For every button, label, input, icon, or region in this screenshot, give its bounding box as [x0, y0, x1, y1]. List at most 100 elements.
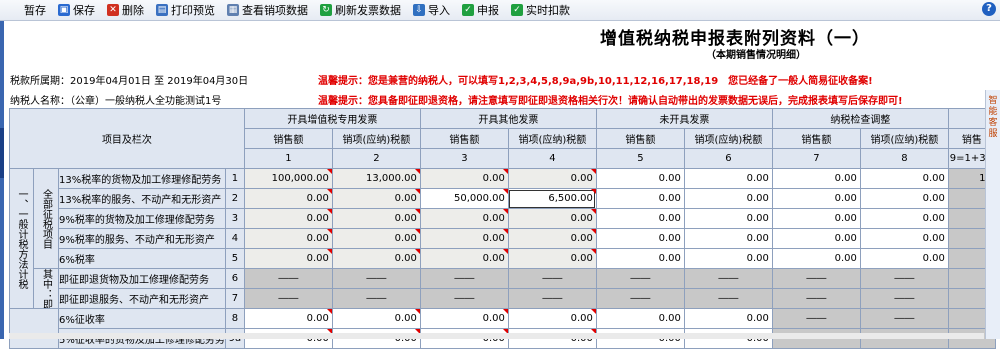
declare-icon: ✓ [462, 4, 474, 16]
declare-button[interactable]: ✓ 申报 [457, 1, 504, 19]
table-row: 13%税率的服务、不动产和无形资产 2 0.00 0.00 50,000.00 6,500… [10, 188, 996, 209]
table-row: 9%税率的货物及加工修理修配劳务 3 0.00 0.00 0.00 0.00 0.00 0.0… [10, 208, 996, 229]
row-number: 2 [224, 188, 245, 209]
value-cell[interactable]: 6,500.00 [507, 188, 597, 209]
value-cell[interactable]: 50,000.00 [419, 188, 509, 209]
value-cell: ―― [595, 268, 685, 289]
value-cell[interactable]: 0.00 [243, 248, 333, 269]
value-cell[interactable]: 0.00 [595, 248, 685, 269]
left-accent-tab[interactable] [0, 128, 4, 178]
value-cell[interactable]: 0.00 [507, 248, 597, 269]
smart-service-widget[interactable]: 智能客服 [985, 90, 1000, 339]
declare-label: 申报 [477, 4, 499, 17]
value-cell[interactable]: 0.00 [243, 208, 333, 229]
value-cell[interactable]: 0.00 [507, 168, 597, 189]
refresh-invoice-button[interactable]: ↻ 刷新发票数据 [315, 1, 406, 19]
col-sales: 销售额 [771, 128, 861, 149]
row-number: 6 [224, 268, 245, 289]
value-cell[interactable]: 0.00 [331, 188, 421, 209]
value-cell[interactable]: 0.00 [419, 228, 509, 249]
value-cell[interactable]: 0.00 [419, 248, 509, 269]
temp-save-label: 暂存 [24, 4, 46, 17]
save-button[interactable]: ▣ 保存 [53, 1, 100, 19]
value-cell[interactable]: 0.00 [419, 168, 509, 189]
value-cell[interactable]: 0.00 [419, 308, 509, 329]
col-tax: 销项(应纳)税额 [859, 128, 949, 149]
value-cell[interactable]: 0.00 [771, 188, 861, 209]
value-cell[interactable]: 13,000.00 [331, 168, 421, 189]
subcategory-refund-items: 其中：即征即退项目 [33, 268, 59, 309]
value-cell[interactable]: 0.00 [507, 208, 597, 229]
value-cell[interactable]: 0.00 [683, 188, 773, 209]
value-cell[interactable]: 0.00 [507, 228, 597, 249]
toolbar: 暂存 ▣ 保存 ✕ 删除 ▤ 打印预览 ▦ 查看销项数据 ↻ 刷新发票数据 ⇩ 导入 ✓ 申报… [0, 0, 1000, 21]
value-cell[interactable]: 0.00 [859, 168, 949, 189]
hint-text-2: 温馨提示：您具备即征即退资格，请注意填写即征即退资格相关行次！请确认自动带出的发… [318, 96, 903, 107]
value-cell[interactable]: 100,000.00 [243, 168, 333, 189]
print-preview-button[interactable]: ▤ 打印预览 [151, 1, 220, 19]
save-icon: ▣ [58, 4, 70, 16]
value-cell[interactable]: 0.00 [595, 228, 685, 249]
value-cell[interactable]: 0.00 [331, 208, 421, 229]
value-cell[interactable]: 0.00 [771, 248, 861, 269]
value-cell[interactable]: 0.00 [507, 308, 597, 329]
sales-detail-table: 项目及栏次 开具增值税专用发票 开具其他发票 未开具发票 纳税检查调整 销售额 … [9, 108, 996, 349]
value-cell[interactable]: 0.00 [771, 168, 861, 189]
delete-icon: ✕ [107, 4, 119, 16]
value-cell[interactable]: 0.00 [683, 168, 773, 189]
value-cell: ―― [859, 288, 949, 309]
category-simple-method [9, 308, 59, 349]
row-label: 6%税率 [58, 248, 226, 269]
value-cell: ―― [507, 268, 597, 289]
view-icon: ▦ [227, 4, 239, 16]
import-button[interactable]: ⇩ 导入 [408, 1, 455, 19]
view-output-data-button[interactable]: ▦ 查看销项数据 [222, 1, 313, 19]
delete-label: 删除 [122, 4, 144, 17]
value-cell: ―― [507, 288, 597, 309]
value-cell[interactable]: 0.00 [683, 228, 773, 249]
value-cell[interactable]: 0.00 [595, 308, 685, 329]
value-cell[interactable]: 0.00 [595, 168, 685, 189]
value-cell[interactable]: 0.00 [595, 188, 685, 209]
import-label: 导入 [428, 4, 450, 17]
row-label: 13%税率的服务、不动产和无形资产 [58, 188, 226, 209]
table-row: 9%税率的服务、不动产和无形资产 4 0.00 0.00 0.00 0.00 0.00 0.0… [10, 228, 996, 249]
delete-button[interactable]: ✕ 删除 [102, 1, 149, 19]
value-cell[interactable]: 0.00 [595, 208, 685, 229]
group-header-no-invoice: 未开具发票 [595, 108, 773, 129]
deduct-icon: ✓ [511, 4, 523, 16]
row-label: 13%税率的货物及加工修理修配劳务 [58, 168, 226, 189]
value-cell[interactable]: 0.00 [243, 188, 333, 209]
col-sales: 销售额 [243, 128, 333, 149]
value-cell[interactable]: 0.00 [771, 228, 861, 249]
value-cell[interactable]: 0.00 [243, 308, 333, 329]
col-number: 1 [243, 148, 333, 169]
temp-save-button[interactable]: 暂存 [0, 1, 51, 19]
refresh-icon: ↻ [320, 4, 332, 16]
realtime-deduct-label: 实时扣款 [526, 4, 570, 17]
left-accent-bar [0, 21, 4, 339]
realtime-deduct-button[interactable]: ✓ 实时扣款 [506, 1, 575, 19]
value-cell[interactable]: 0.00 [859, 188, 949, 209]
value-cell[interactable]: 0.00 [683, 308, 773, 329]
col-number: 6 [683, 148, 773, 169]
value-cell[interactable]: 0.00 [331, 248, 421, 269]
horizontal-scrollbar[interactable] [9, 333, 984, 339]
value-cell[interactable]: 0.00 [771, 208, 861, 229]
value-cell[interactable]: 0.00 [859, 208, 949, 229]
value-cell[interactable]: 0.00 [419, 208, 509, 229]
value-cell: ―― [331, 288, 421, 309]
save-label: 保存 [73, 4, 95, 17]
row-number: 7 [224, 288, 245, 309]
value-cell[interactable]: 0.00 [243, 228, 333, 249]
help-icon[interactable]: ? [982, 2, 996, 16]
value-cell[interactable]: 0.00 [331, 308, 421, 329]
tax-period: 税款所属期：2019年04月01日 至 2019年04月30日 [10, 76, 249, 87]
value-cell[interactable]: 0.00 [683, 248, 773, 269]
value-cell: ―― [859, 268, 949, 289]
value-cell[interactable]: 0.00 [859, 248, 949, 269]
value-cell[interactable]: 0.00 [859, 228, 949, 249]
hint-text-1: 温馨提示：您是兼营的纳税人，可以填写1,2,3,4,5,8,9a,9b,10,1… [318, 76, 873, 87]
value-cell[interactable]: 0.00 [683, 208, 773, 229]
value-cell[interactable]: 0.00 [331, 228, 421, 249]
